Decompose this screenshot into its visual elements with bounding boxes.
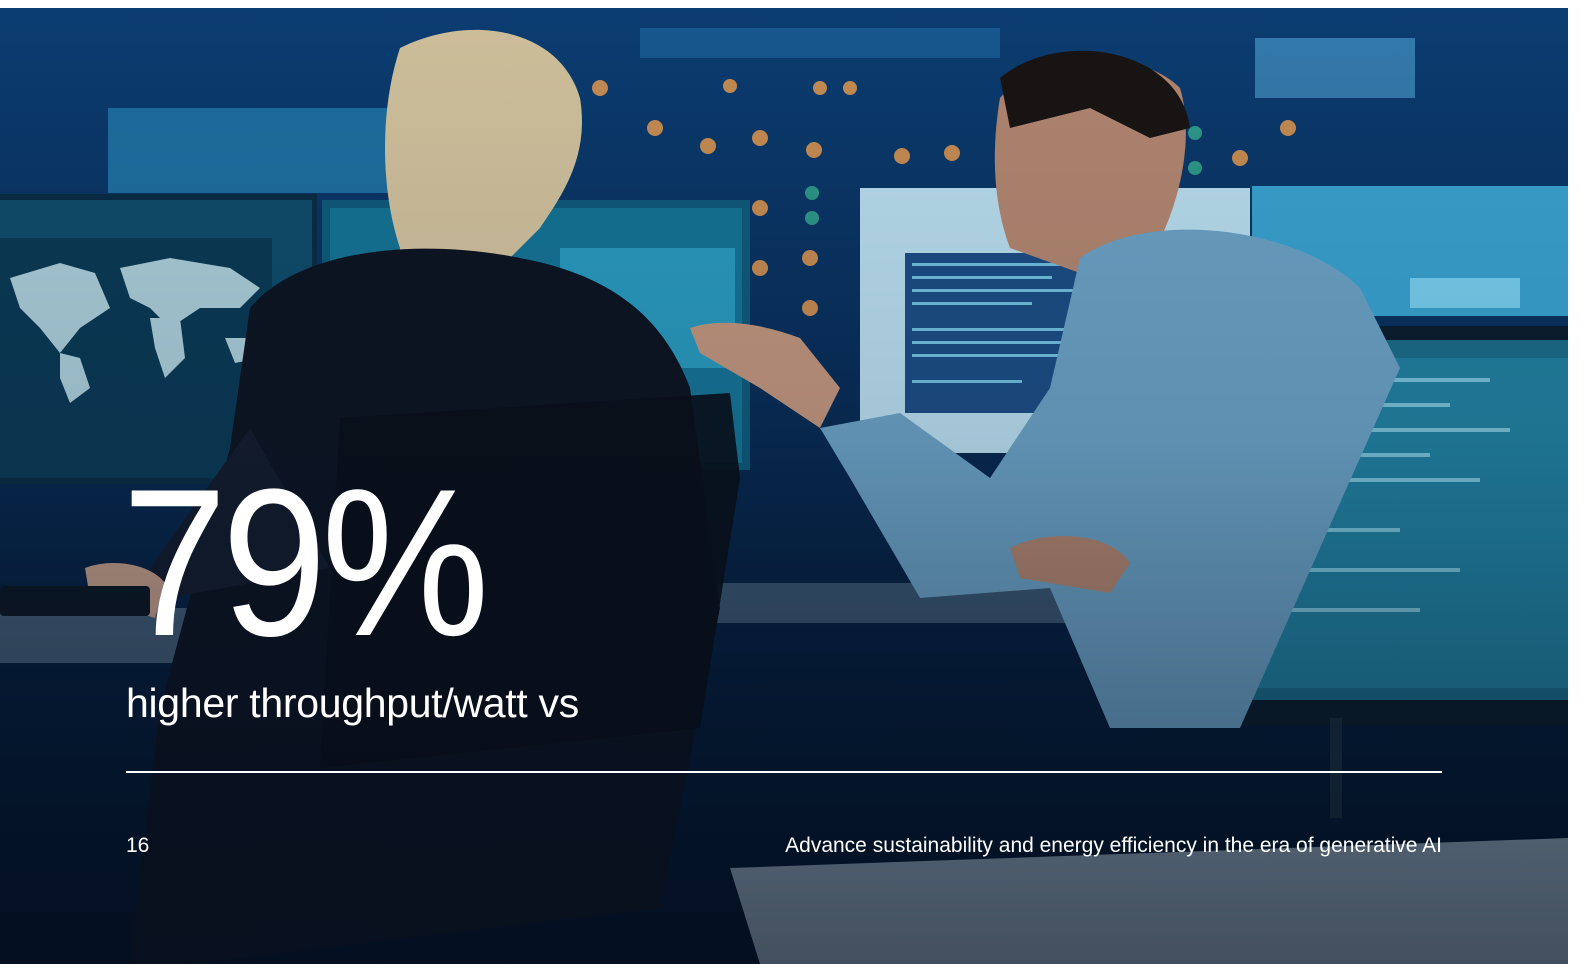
slide: 79% higher throughput/watt vs 16 Advance…	[0, 8, 1568, 964]
stat-caption: higher throughput/watt vs	[126, 680, 579, 726]
page-number: 16	[126, 834, 150, 857]
stat-value: 79%	[122, 445, 489, 680]
divider-line	[126, 771, 1442, 773]
footer-title: Advance sustainability and energy effici…	[785, 834, 1442, 857]
